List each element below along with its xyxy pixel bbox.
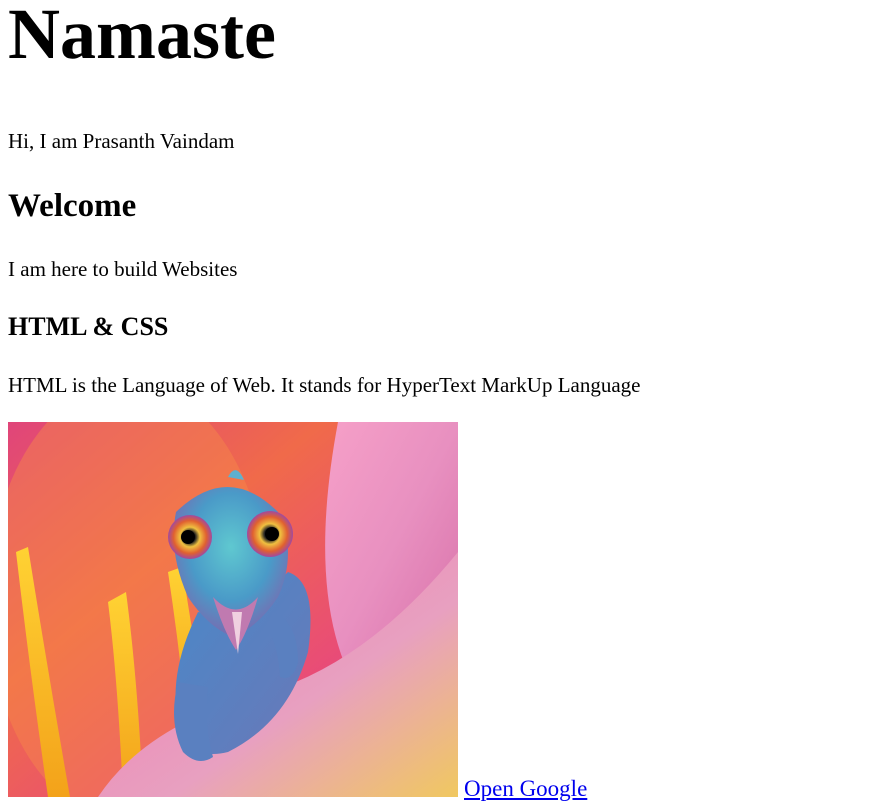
build-text: I am here to build Websites (8, 257, 238, 281)
html-css-heading: HTML & CSS (8, 312, 169, 341)
html-description: HTML is the Language of Web. It stands f… (8, 373, 641, 397)
welcome-heading: Welcome (8, 188, 137, 224)
open-google-link[interactable]: Open Google (464, 775, 587, 802)
intro-text: Hi, I am Prasanth Vaindam (8, 129, 235, 153)
page-title: Namaste (8, 0, 276, 74)
chameleon-image (8, 422, 458, 797)
